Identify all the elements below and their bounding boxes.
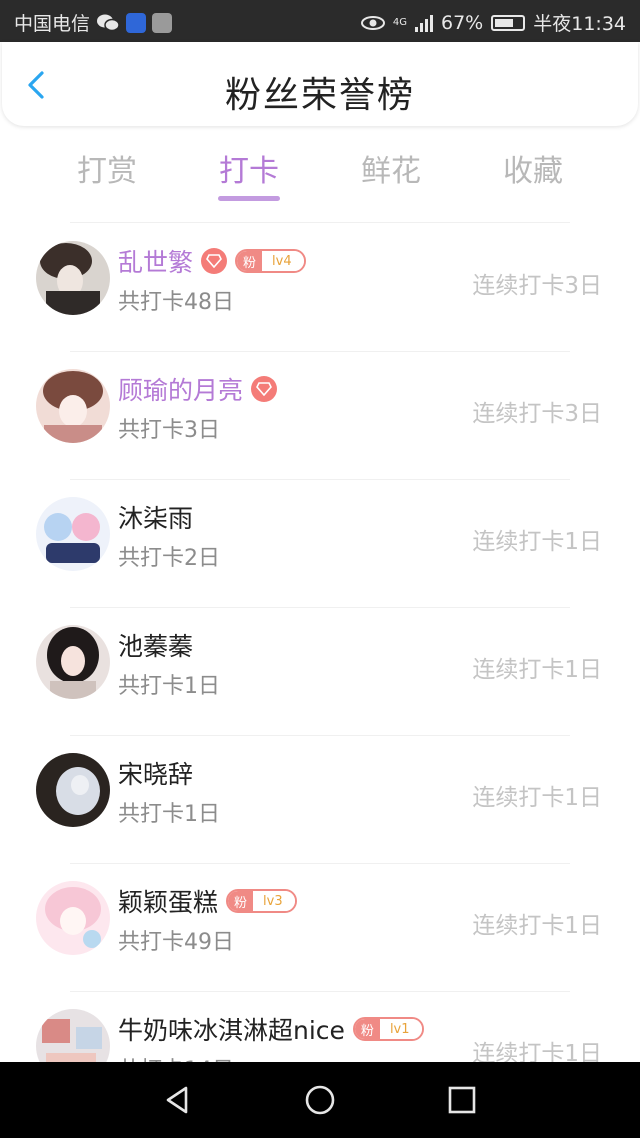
network-type: 4G [392, 17, 407, 28]
list-item[interactable]: 沐柒雨 共打卡2日 连续打卡1日 [0, 480, 640, 608]
total-checkins: 共打卡49日 [118, 930, 234, 955]
back-triangle-icon[interactable] [160, 1082, 196, 1118]
checkin-streak: 连续打卡3日 [472, 273, 602, 299]
navigation-bar [0, 1062, 640, 1138]
avatar[interactable] [36, 241, 110, 315]
active-tab-indicator [218, 196, 280, 201]
checkin-streak: 连续打卡3日 [472, 401, 602, 427]
tab-bar: 打赏 打卡 鲜花 收藏 [0, 140, 640, 206]
fan-name[interactable]: 颖颖蛋糕 [118, 883, 218, 919]
avatar[interactable] [36, 753, 110, 827]
list-item[interactable]: 乱世繁 粉 lv4 共打卡48日 连续打卡3日 [0, 224, 640, 352]
fan-name[interactable]: 牛奶味冰淇淋超nice [118, 1011, 345, 1047]
lightbulb-icon [126, 12, 147, 33]
checkin-streak: 连续打卡1日 [472, 785, 602, 811]
recents-square-icon[interactable] [444, 1082, 480, 1118]
divider [70, 222, 570, 223]
carrier-label: 中国电信 [14, 13, 91, 35]
fan-level-badge: 粉 lv4 [235, 249, 306, 273]
fan-name[interactable]: 宋晓辞 [118, 755, 193, 791]
fan-level-badge: 粉 lv1 [352, 1017, 424, 1041]
home-circle-icon[interactable] [302, 1082, 338, 1118]
hms-icon [152, 12, 173, 33]
fan-level-badge: 粉 lv3 [226, 889, 297, 913]
fan-name[interactable]: 沐柒雨 [118, 499, 193, 535]
total-checkins: 共打卡48日 [118, 290, 234, 315]
list-item[interactable]: 颖颖蛋糕 粉 lv3 共打卡49日 连续打卡1日 [0, 864, 640, 992]
header: 粉丝荣誉榜 [2, 42, 638, 126]
tab-favorites[interactable]: 收藏 [473, 146, 593, 190]
tab-checkin[interactable]: 打卡 [189, 146, 309, 190]
status-bar: 中国电信 4G 67% 半夜11:34 [0, 0, 640, 42]
checkin-streak: 连续打卡1日 [472, 657, 602, 683]
fan-name[interactable]: 顾瑜的月亮 [118, 371, 243, 407]
total-checkins: 共打卡3日 [118, 418, 220, 443]
tab-reward[interactable]: 打赏 [47, 146, 167, 190]
avatar[interactable] [36, 369, 110, 443]
fan-name[interactable]: 乱世繁 [118, 243, 193, 279]
avatar[interactable] [36, 625, 110, 699]
page-title: 粉丝荣誉榜 [224, 75, 415, 116]
total-checkins: 共打卡1日 [118, 674, 220, 699]
list-item[interactable]: 池蓁蓁 共打卡1日 连续打卡1日 [0, 608, 640, 736]
fan-name[interactable]: 池蓁蓁 [118, 627, 193, 663]
total-checkins: 共打卡2日 [118, 546, 220, 571]
checkin-streak: 连续打卡1日 [472, 529, 602, 555]
eye-icon [360, 15, 385, 30]
signal-icon [415, 14, 433, 32]
diamond-icon [201, 248, 228, 274]
avatar[interactable] [36, 497, 110, 571]
list-item[interactable]: 宋晓辞 共打卡1日 连续打卡1日 [0, 736, 640, 864]
clock: 半夜11:34 [533, 13, 626, 35]
tab-flowers[interactable]: 鲜花 [331, 146, 451, 190]
wechat-icon [97, 14, 120, 31]
list-item[interactable]: 顾瑜的月亮 共打卡3日 连续打卡3日 [0, 352, 640, 480]
checkin-streak: 连续打卡1日 [472, 913, 602, 939]
diamond-icon [251, 376, 278, 402]
battery-percent: 67% [441, 11, 484, 34]
avatar[interactable] [36, 881, 110, 955]
total-checkins: 共打卡1日 [118, 802, 220, 827]
battery-icon [491, 14, 526, 31]
